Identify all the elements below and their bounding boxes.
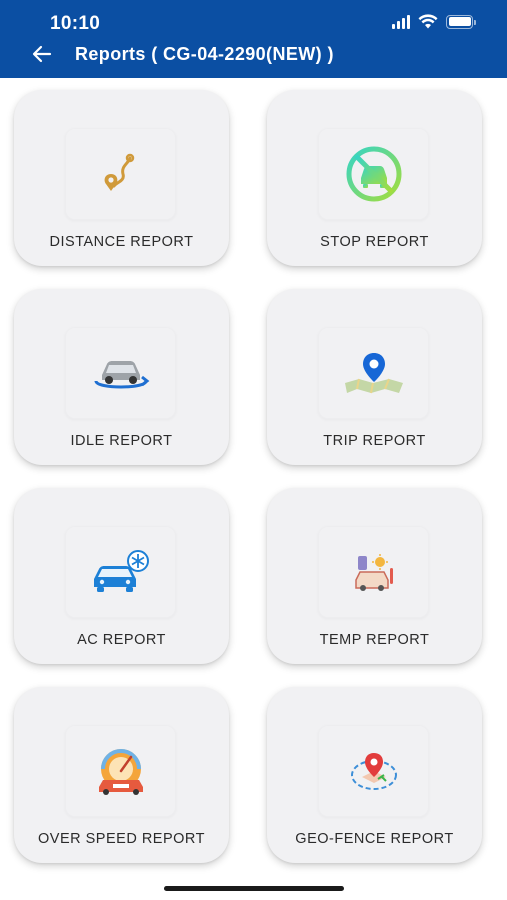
car-ac-icon <box>93 550 149 592</box>
card-label: TEMP REPORT <box>319 632 430 648</box>
temperature-car-icon <box>354 554 393 591</box>
over-speed-report-card[interactable]: OVER SPEED REPORT <box>14 687 229 863</box>
page-title: Reports ( CG-04-2290(NEW) ) <box>75 44 334 64</box>
no-car-stop-icon <box>346 146 401 202</box>
trip-report-card[interactable]: TRIP REPORT <box>267 289 482 465</box>
card-label: STOP REPORT <box>320 234 429 250</box>
battery-icon <box>446 14 476 29</box>
back-arrow-icon[interactable] <box>30 42 54 66</box>
cellular-signal-icon <box>392 14 410 29</box>
distance-report-card[interactable]: DISTANCE REPORT <box>14 90 229 266</box>
route-pin-icon <box>104 153 134 191</box>
wifi-icon <box>418 14 438 29</box>
ac-report-card[interactable]: AC REPORT <box>14 488 229 664</box>
geofence-pin-icon <box>350 753 397 790</box>
geo-fence-report-card[interactable]: GEO-FENCE REPORT <box>267 687 482 863</box>
card-label: AC REPORT <box>77 632 166 648</box>
app-header: 10:10 Reports ( CG-04-2290(NEW) ) <box>0 0 507 78</box>
status-time: 10:10 <box>50 13 101 34</box>
speedometer-car-icon <box>98 749 143 795</box>
status-icons <box>392 14 476 29</box>
idle-report-card[interactable]: IDLE REPORT <box>14 289 229 465</box>
home-indicator[interactable] <box>164 886 344 891</box>
card-label: TRIP REPORT <box>323 433 426 449</box>
card-label: OVER SPEED REPORT <box>38 831 205 847</box>
stop-report-card[interactable]: STOP REPORT <box>267 90 482 266</box>
card-label: IDLE REPORT <box>70 433 173 449</box>
temp-report-card[interactable]: TEMP REPORT <box>267 488 482 664</box>
idle-car-icon <box>94 361 149 389</box>
card-label: DISTANCE REPORT <box>49 234 194 250</box>
card-label: GEO-FENCE REPORT <box>295 831 454 847</box>
map-pin-icon <box>344 353 403 394</box>
